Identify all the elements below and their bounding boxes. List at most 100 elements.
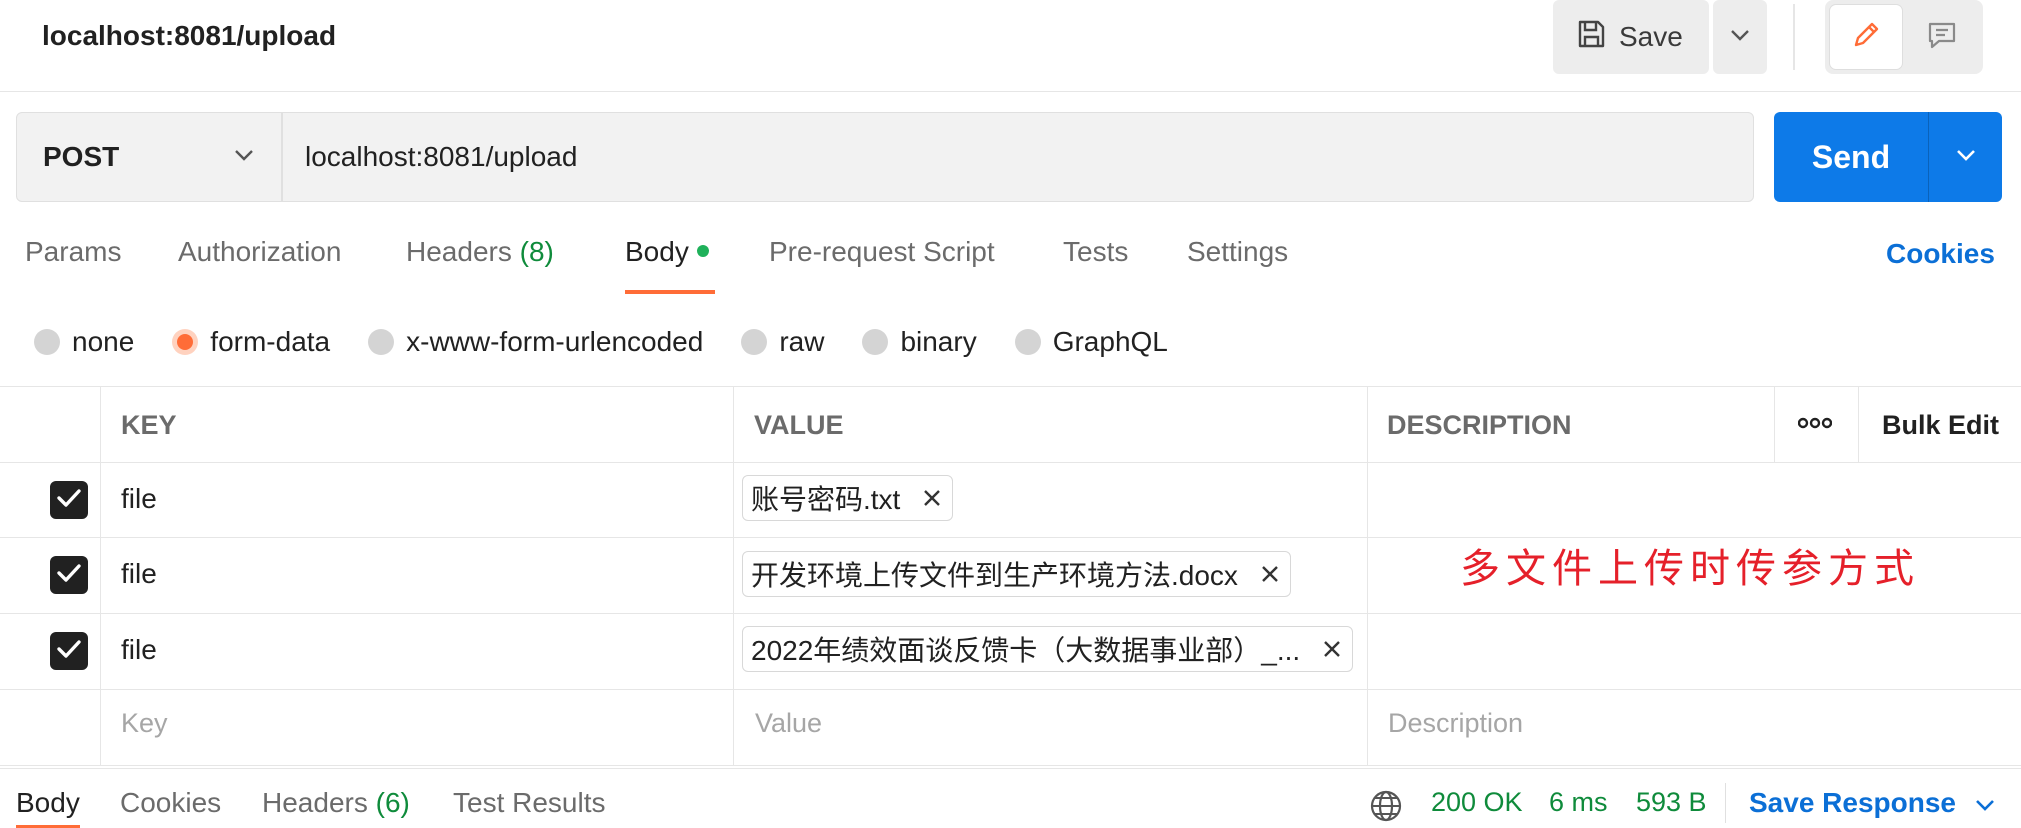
radio-x-www-form-urlencoded[interactable]: x-www-form-urlencoded [368, 326, 703, 358]
comments-mode-button[interactable] [1906, 5, 1978, 69]
globe-icon[interactable] [1369, 789, 1403, 828]
radio-graphql[interactable]: GraphQL [1014, 326, 1168, 358]
checkmark-icon [56, 487, 82, 514]
tab-authorization[interactable]: Authorization [178, 236, 341, 294]
radio-label: none [72, 326, 135, 357]
edit-mode-button[interactable] [1830, 5, 1902, 69]
radio-label: form-data [210, 326, 331, 357]
table-border [1367, 386, 1368, 766]
save-response-button[interactable]: Save Response [1749, 787, 1996, 819]
tab-settings[interactable]: Settings [1187, 236, 1288, 294]
method-select[interactable]: POST [16, 112, 282, 202]
response-size[interactable]: 593 B [1636, 787, 1707, 818]
save-response-label: Save Response [1749, 787, 1956, 818]
row-key[interactable]: file [121, 558, 157, 590]
radio-circle [34, 329, 60, 355]
radio-label: binary [900, 326, 977, 357]
remove-file-icon[interactable] [1322, 639, 1342, 659]
save-icon [1575, 18, 1607, 57]
column-header-description: DESCRIPTION [1387, 410, 1572, 440]
response-tab-test-results[interactable]: Test Results [453, 787, 606, 828]
send-button[interactable]: Send [1774, 139, 1928, 176]
body-active-dot [696, 244, 709, 257]
radio-form-data[interactable]: form-data [172, 326, 330, 358]
chevron-down-icon [1955, 148, 1977, 167]
tab-params[interactable]: Params [25, 236, 121, 294]
row-checkbox[interactable] [50, 481, 88, 519]
radio-circle [172, 329, 199, 355]
request-header: localhost:8081/upload Save [0, 0, 2021, 92]
table-border [0, 613, 2021, 614]
table-border [100, 386, 101, 766]
table-border [1774, 386, 1775, 462]
annotation-text: 多文件上传时传参方式 [1460, 546, 1920, 592]
method-label: POST [43, 141, 120, 172]
row-key[interactable]: file [121, 483, 157, 515]
tab-body[interactable]: Body [625, 236, 715, 294]
send-button-group: Send [1774, 112, 2002, 202]
radio-binary[interactable]: binary [862, 326, 977, 358]
response-tab-headers[interactable]: Headers (6) [262, 787, 410, 828]
remove-file-icon[interactable] [922, 488, 942, 508]
table-border [1858, 386, 1859, 462]
table-border [0, 765, 2021, 766]
table-border [733, 386, 734, 766]
save-button[interactable]: Save [1553, 0, 1709, 74]
save-dropdown-button[interactable] [1713, 0, 1767, 74]
body-type-radios: none form-data x-www-form-urlencoded raw… [34, 322, 1206, 362]
save-label: Save [1619, 21, 1683, 52]
response-tab-cookies[interactable]: Cookies [120, 787, 221, 828]
view-mode-toggle [1825, 0, 1983, 74]
column-header-value: VALUE [754, 410, 844, 440]
bulk-edit-button[interactable]: Bulk Edit [1882, 410, 1999, 441]
checkmark-icon [56, 638, 82, 665]
divider [1725, 783, 1726, 823]
description-input-placeholder[interactable]: Description [1388, 708, 1523, 739]
tab-prerequest-script[interactable]: Pre-request Script [769, 236, 995, 294]
response-tab-headers-count: (6) [375, 787, 410, 818]
tab-tests[interactable]: Tests [1063, 236, 1128, 294]
row-checkbox[interactable] [50, 556, 88, 594]
response-bar: Body Cookies Headers (6) Test Results 20… [0, 768, 2021, 828]
url-input[interactable]: localhost:8081/upload [282, 112, 1754, 202]
radio-label: x-www-form-urlencoded [406, 326, 704, 357]
comment-icon [1925, 18, 1959, 57]
table-border [0, 386, 2021, 387]
table-border [0, 689, 2021, 690]
remove-file-icon[interactable] [1260, 564, 1280, 584]
request-title[interactable]: localhost:8081/upload [42, 20, 336, 52]
file-chip: 账号密码.txt [742, 475, 954, 521]
checkmark-icon [56, 562, 82, 589]
response-time[interactable]: 6 ms [1549, 787, 1608, 818]
value-input-placeholder[interactable]: Value [755, 708, 822, 739]
request-tabs: Params Authorization Headers (8) Body Pr… [0, 236, 2021, 296]
file-name: 账号密码.txt [751, 484, 901, 515]
radio-label: GraphQL [1052, 326, 1168, 357]
radio-circle [862, 329, 889, 355]
cookies-link[interactable]: Cookies [1886, 238, 1995, 270]
file-chip: 开发环境上传文件到生产环境方法.docx [742, 551, 1291, 597]
radio-circle [1014, 329, 1041, 355]
tab-headers[interactable]: Headers (8) [406, 236, 554, 294]
file-chip: 2022年绩效面谈反馈卡（大数据事业部）_... [742, 626, 1354, 672]
radio-label: raw [779, 326, 825, 357]
file-name: 2022年绩效面谈反馈卡（大数据事业部）_... [751, 635, 1301, 666]
tab-body-label: Body [625, 236, 689, 267]
key-input-placeholder[interactable]: Key [121, 708, 168, 739]
table-border [0, 462, 2021, 463]
tab-headers-label: Headers [406, 236, 512, 267]
send-dropdown-button[interactable] [1929, 148, 2002, 167]
radio-circle [368, 329, 395, 355]
chevron-down-icon [1729, 28, 1751, 47]
status-code[interactable]: 200 OK [1431, 787, 1523, 818]
chevron-down-icon [233, 148, 255, 167]
response-tab-headers-label: Headers [262, 787, 368, 818]
radio-circle [741, 329, 768, 355]
row-checkbox[interactable] [50, 632, 88, 670]
column-header-key: KEY [121, 410, 177, 440]
more-options-icon[interactable] [1797, 416, 1833, 435]
radio-raw[interactable]: raw [741, 326, 824, 358]
response-tab-body[interactable]: Body [16, 787, 80, 828]
radio-none[interactable]: none [34, 326, 134, 358]
row-key[interactable]: file [121, 634, 157, 666]
